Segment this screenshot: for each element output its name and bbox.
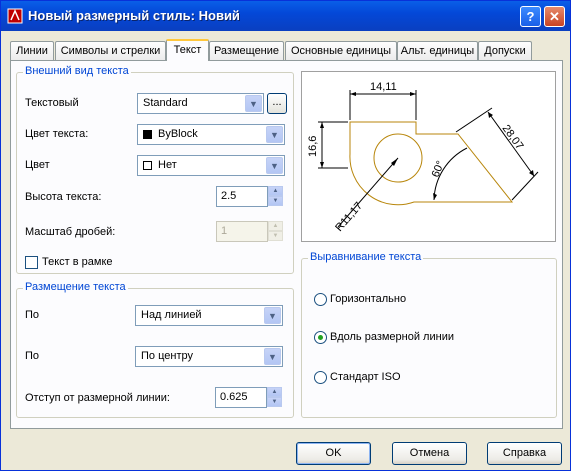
offset-value: 0.625: [220, 391, 248, 403]
chevron-down-icon: ▼: [266, 157, 283, 174]
fraction-scale-spinner: 1 ▲ ▼: [216, 221, 283, 242]
title-bar: Новый размерный стиль: Новий ? ✕: [1, 1, 570, 31]
text-style-label: Текстовый: [25, 97, 79, 109]
fraction-scale-input: 1: [216, 221, 268, 242]
spin-up-icon[interactable]: ▲: [267, 387, 282, 397]
color-swatch: [143, 130, 152, 139]
text-color-select[interactable]: ByBlock ▼: [137, 124, 285, 145]
tab-text[interactable]: Текст: [166, 39, 209, 61]
text-frame-checkbox[interactable]: [25, 256, 38, 269]
tab-alt-units[interactable]: Альт. единицы: [397, 41, 478, 60]
spin-down-icon[interactable]: ▼: [268, 196, 283, 206]
radio-selected-dot: [318, 335, 323, 340]
align-iso-radio[interactable]: [314, 371, 327, 384]
fill-color-value: Нет: [158, 159, 177, 171]
chevron-down-icon: ▼: [266, 126, 283, 143]
help-title-button[interactable]: ?: [520, 6, 541, 27]
tab-panel-text: Внешний вид текста Текстовый Standard ▼ …: [10, 60, 563, 429]
text-height-spinner[interactable]: 2.5 ▲ ▼: [216, 186, 283, 207]
preview-drawing: 14,11 16,6 28,07 60° R11,17: [307, 81, 539, 234]
tab-primary-units[interactable]: Основные единицы: [285, 41, 397, 60]
vertical-placement-label: По: [25, 309, 40, 321]
spinner-buttons[interactable]: ▲ ▼: [268, 186, 283, 207]
fraction-scale-label: Масштаб дробей:: [25, 226, 116, 238]
text-height-label: Высота текста:: [25, 191, 102, 203]
appearance-group-title: Внешний вид текста: [23, 65, 131, 77]
spin-down-icon[interactable]: ▼: [267, 397, 282, 407]
text-style-select[interactable]: Standard ▼: [137, 93, 264, 114]
tab-tolerances[interactable]: Допуски: [478, 41, 532, 60]
chevron-down-icon: ▼: [264, 307, 281, 324]
dimension-preview: 14,11 16,6 28,07 60° R11,17: [301, 71, 556, 242]
text-frame-label: Текст в рамке: [42, 256, 113, 268]
dim-angle-label: 60°: [430, 159, 447, 179]
dialog-window: Новый размерный стиль: Новий ? ✕ Линии С…: [0, 0, 571, 471]
offset-spinner[interactable]: 0.625 ▲ ▼: [215, 387, 282, 408]
placement-group-title: Размещение текста: [23, 281, 128, 293]
alignment-group: Выравнивание текста Горизонтально Вдоль …: [301, 251, 557, 418]
app-icon: [7, 8, 23, 24]
text-height-value: 2.5: [221, 190, 237, 202]
fraction-scale-value: 1: [221, 225, 228, 237]
ok-button[interactable]: OK: [296, 442, 371, 465]
spinner-buttons: ▲ ▼: [268, 221, 283, 242]
vertical-placement-select[interactable]: Над линией ▼: [135, 305, 283, 326]
vertical-placement-value: Над линией: [141, 309, 202, 321]
cancel-button[interactable]: Отмена: [392, 442, 467, 465]
offset-input[interactable]: 0.625: [215, 387, 267, 408]
text-height-input[interactable]: 2.5: [216, 186, 268, 207]
align-iso-label: Стандарт ISO: [330, 371, 401, 383]
tab-symbols-arrows[interactable]: Символы и стрелки: [55, 41, 166, 60]
color-swatch: [143, 161, 152, 170]
dim-right-label: 28,07: [500, 123, 526, 152]
dim-radius-label: R11,17: [333, 200, 365, 234]
appearance-group: Внешний вид текста Текстовый Standard ▼ …: [16, 65, 294, 274]
alignment-group-title: Выравнивание текста: [308, 251, 424, 263]
placement-group: Размещение текста По Над линией ▼ По По …: [16, 281, 294, 418]
fill-color-select[interactable]: Нет ▼: [137, 155, 285, 176]
align-horizontal-radio[interactable]: [314, 293, 327, 306]
spin-down-icon: ▼: [268, 231, 283, 241]
chevron-down-icon: ▼: [245, 95, 262, 112]
dim-left-label: 16,6: [307, 136, 319, 157]
tab-placement[interactable]: Размещение: [209, 41, 284, 60]
window-title: Новый размерный стиль: Новий: [28, 8, 240, 23]
offset-label: Отступ от размерной линии:: [25, 392, 170, 404]
align-horizontal-label: Горизонтально: [330, 293, 407, 305]
spin-up-icon: ▲: [268, 221, 283, 231]
horizontal-placement-label: По: [25, 350, 40, 362]
tab-lines[interactable]: Линии: [10, 41, 54, 60]
text-style-value: Standard: [143, 97, 188, 109]
text-color-label: Цвет текста:: [25, 128, 89, 140]
spin-up-icon[interactable]: ▲: [268, 186, 283, 196]
align-dimline-label: Вдоль размерной линии: [330, 331, 454, 343]
text-color-value: ByBlock: [158, 128, 198, 140]
help-button[interactable]: Справка: [487, 442, 562, 465]
horizontal-placement-value: По центру: [141, 350, 193, 362]
text-style-browse-button[interactable]: ...: [267, 93, 287, 114]
dim-top-label: 14,11: [370, 81, 397, 93]
chevron-down-icon: ▼: [264, 348, 281, 365]
spinner-buttons[interactable]: ▲ ▼: [267, 387, 282, 408]
fill-color-label: Цвет: [25, 159, 50, 171]
close-button[interactable]: ✕: [544, 6, 565, 27]
horizontal-placement-select[interactable]: По центру ▼: [135, 346, 283, 367]
align-dimline-radio[interactable]: [314, 331, 327, 344]
